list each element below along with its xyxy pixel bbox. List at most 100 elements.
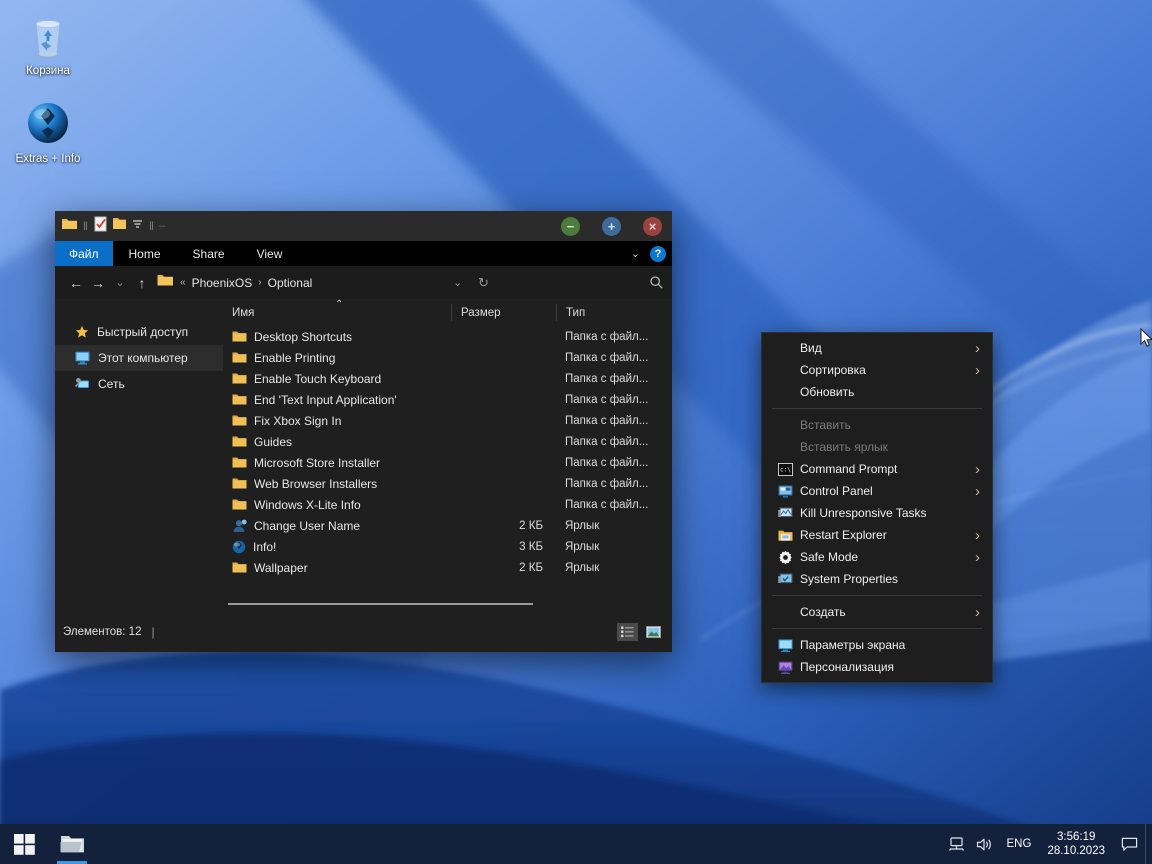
table-row[interactable]: End 'Text Input Application' Папка с файл…: [223, 389, 672, 410]
file-size-cell: 2 КБ: [519, 561, 543, 574]
menu-item-restart-explorer[interactable]: Restart Explorer ›: [762, 524, 992, 546]
tab-share[interactable]: Share: [177, 241, 241, 266]
breadcrumb-item-phoenixos[interactable]: PhoenixOS: [192, 276, 253, 290]
forward-button[interactable]: →: [87, 275, 109, 291]
volume-tray-icon[interactable]: [971, 837, 999, 852]
table-row[interactable]: Windows X-Lite Info Папка с файл...: [223, 494, 672, 515]
sidebar-item-quick-access[interactable]: Быстрый доступ: [55, 319, 223, 345]
window-titlebar[interactable]: ‖ ‖ – − + ×: [55, 211, 672, 241]
table-row[interactable]: Enable Touch Keyboard Папка с файл...: [223, 368, 672, 389]
table-row[interactable]: Microsoft Store Installer Папка с файл...: [223, 452, 672, 473]
clock[interactable]: 3:56:19 28.10.2023: [1039, 830, 1113, 858]
show-desktop-button[interactable]: [1145, 824, 1152, 864]
details-view-button[interactable]: [617, 623, 638, 641]
refresh-button[interactable]: ↻: [478, 275, 489, 291]
personalization-icon: [778, 661, 792, 674]
search-icon[interactable]: [649, 275, 664, 290]
menu-item-сортировка[interactable]: Сортировка ›: [762, 359, 992, 381]
breadcrumb[interactable]: « PhoenixOS › Optional: [180, 276, 312, 290]
menu-item-safe-mode[interactable]: Safe Mode ›: [762, 546, 992, 568]
menu-item-system-properties[interactable]: System Properties: [762, 568, 992, 590]
file-name-cell[interactable]: Guides: [223, 435, 451, 449]
table-row[interactable]: Enable Printing Папка с файл...: [223, 347, 672, 368]
network-tray-icon[interactable]: [943, 836, 971, 852]
action-center-button[interactable]: [1113, 837, 1145, 852]
start-button[interactable]: [0, 824, 48, 864]
up-button[interactable]: ↑: [131, 275, 153, 291]
desktop-icon-extras-info[interactable]: Extras + Info: [2, 96, 94, 166]
menu-item-персонализация[interactable]: Персонализация: [762, 656, 992, 678]
breadcrumb-item-optional[interactable]: Optional: [268, 276, 313, 290]
large-icons-view-button[interactable]: [643, 623, 664, 641]
window-control-buttons[interactable]: − + ×: [561, 211, 662, 241]
minimize-button[interactable]: −: [561, 216, 580, 236]
menu-item-вид[interactable]: Вид ›: [762, 337, 992, 359]
properties-icon[interactable]: [93, 216, 108, 237]
menu-item-kill-unresponsive-tasks[interactable]: Kill Unresponsive Tasks: [762, 502, 992, 524]
file-name-cell[interactable]: Web Browser Installers: [223, 477, 451, 491]
file-name-cell[interactable]: Change User Name: [223, 519, 451, 533]
close-button[interactable]: ×: [643, 216, 662, 236]
file-name-cell[interactable]: Microsoft Store Installer: [223, 456, 451, 470]
desktop-icon-recycle-bin[interactable]: Корзина: [2, 8, 94, 78]
tab-file[interactable]: Файл: [55, 241, 113, 266]
file-name-cell[interactable]: Fix Xbox Sign In: [223, 414, 451, 428]
table-row[interactable]: Web Browser Installers Папка с файл...: [223, 473, 672, 494]
file-name-cell[interactable]: Windows X-Lite Info: [223, 498, 451, 512]
table-row[interactable]: Wallpaper 2 КБ Ярлык: [223, 557, 672, 578]
minimize-ribbon-icon[interactable]: –: [159, 220, 165, 232]
address-bar[interactable]: ← → ⌄ ↑ « PhoenixOS › Optional ⌄ ↻: [55, 266, 672, 299]
menu-item-control-panel[interactable]: Control Panel ›: [762, 480, 992, 502]
horizontal-scrollbar[interactable]: [228, 603, 533, 605]
desktop-context-menu[interactable]: Вид › Сортировка › Обновить Вставить Вставить …: [761, 332, 993, 683]
taskbar[interactable]: ENG 3:56:19 28.10.2023: [0, 824, 1152, 864]
quick-access-toolbar[interactable]: ‖ ‖ –: [61, 216, 165, 237]
file-name-cell[interactable]: Desktop Shortcuts: [223, 330, 451, 344]
navigation-pane[interactable]: Быстрый доступ Этот компьютер Сеть: [55, 299, 223, 617]
menu-item-создать[interactable]: Создать ›: [762, 601, 992, 623]
folder-icon[interactable]: [61, 216, 78, 236]
column-header-size[interactable]: Размер: [451, 304, 556, 321]
language-indicator[interactable]: ENG: [999, 838, 1040, 850]
address-dropdown-icon[interactable]: ⌄: [453, 276, 462, 289]
file-name-cell[interactable]: Info!: [223, 540, 451, 554]
file-name-cell[interactable]: Wallpaper: [223, 561, 451, 575]
taskbar-file-explorer[interactable]: [48, 824, 96, 864]
menu-item-label: Персонализация: [800, 660, 895, 674]
column-headers[interactable]: Имя ⌃ Размер Тип: [223, 299, 672, 326]
table-row[interactable]: Fix Xbox Sign In Папка с файл...: [223, 410, 672, 431]
menu-item-обновить[interactable]: Обновить: [762, 381, 992, 403]
sidebar-item-network[interactable]: Сеть: [55, 371, 223, 397]
search-box[interactable]: [649, 275, 664, 290]
maximize-button[interactable]: +: [602, 216, 621, 236]
clock-date: 28.10.2023: [1047, 845, 1105, 857]
column-header-name[interactable]: Имя ⌃: [223, 299, 451, 319]
file-name-cell[interactable]: Enable Touch Keyboard: [223, 372, 451, 386]
tab-home[interactable]: Home: [113, 241, 177, 266]
file-list[interactable]: Desktop Shortcuts Папка с файл... Enable P…: [223, 326, 672, 578]
recent-locations-button[interactable]: ⌄: [109, 276, 131, 289]
ribbon-tab-bar[interactable]: Файл Home Share View ⌄ ?: [55, 241, 672, 266]
expand-ribbon-icon[interactable]: ⌄: [631, 247, 640, 260]
breadcrumb-overflow[interactable]: «: [180, 277, 186, 288]
table-row[interactable]: Desktop Shortcuts Папка с файл...: [223, 326, 672, 347]
menu-item-command-prompt[interactable]: c:\ Command Prompt ›: [762, 458, 992, 480]
table-row[interactable]: Info! 3 КБ Ярлык: [223, 536, 672, 557]
file-explorer-window[interactable]: ‖ ‖ – − + × Файл Home Share View ⌄ ? ← →…: [55, 211, 672, 652]
table-row[interactable]: Change User Name 2 КБ Ярлык: [223, 515, 672, 536]
menu-item-параметры-экрана[interactable]: Параметры экрана: [762, 634, 992, 656]
help-icon[interactable]: ?: [650, 245, 666, 262]
system-tray[interactable]: ENG 3:56:19 28.10.2023: [943, 824, 1152, 864]
file-name-cell[interactable]: End 'Text Input Application': [223, 393, 451, 407]
file-name-cell[interactable]: Enable Printing: [223, 351, 451, 365]
table-row[interactable]: Guides Папка с файл...: [223, 431, 672, 452]
sidebar-item-this-pc[interactable]: Этот компьютер: [55, 345, 223, 371]
column-header-type[interactable]: Тип: [556, 304, 672, 321]
tab-view[interactable]: View: [241, 241, 299, 266]
customize-dropdown-icon[interactable]: [131, 217, 144, 235]
back-button[interactable]: ←: [65, 275, 87, 291]
new-folder-icon[interactable]: [112, 216, 127, 236]
display-settings-icon: [778, 639, 792, 652]
file-list-pane[interactable]: Имя ⌃ Размер Тип Desktop Shortcuts Папка …: [223, 299, 672, 617]
view-mode-buttons[interactable]: [617, 623, 664, 641]
